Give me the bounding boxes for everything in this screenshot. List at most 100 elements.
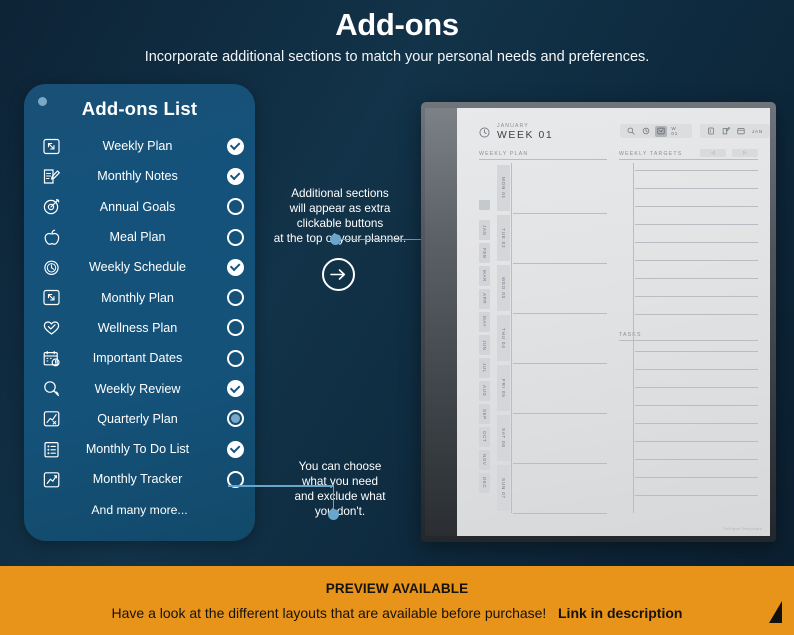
addon-toggle-circle[interactable] bbox=[226, 349, 244, 367]
month-tab[interactable]: JAN bbox=[479, 220, 490, 240]
addon-row[interactable]: Weekly Review bbox=[24, 373, 255, 403]
addons-panel-title: Add-ons List bbox=[81, 98, 198, 119]
month-tab[interactable]: SEP bbox=[479, 404, 490, 424]
page-title: Add-ons bbox=[335, 7, 459, 42]
mini-calendar-icon[interactable] bbox=[479, 200, 490, 210]
month-tab[interactable]: APR bbox=[479, 289, 490, 309]
rule-day bbox=[513, 513, 607, 514]
rule-target bbox=[635, 296, 758, 297]
calendar-icon[interactable] bbox=[735, 126, 747, 137]
clock-icon bbox=[36, 256, 66, 278]
addon-toggle-circle[interactable] bbox=[226, 258, 244, 276]
month-tab[interactable]: MAY bbox=[479, 312, 490, 332]
day-tab[interactable]: THU 04 bbox=[497, 315, 510, 361]
addon-toggle-circle[interactable] bbox=[226, 167, 244, 185]
month-tab[interactable]: JUL bbox=[479, 358, 490, 378]
addon-toggle[interactable] bbox=[215, 198, 255, 216]
section-weekly-targets-label: WEEKLY TARGETS bbox=[619, 151, 683, 157]
month-tab[interactable]: JUN bbox=[479, 335, 490, 355]
magnifier-icon bbox=[36, 378, 66, 400]
rule-task bbox=[635, 423, 758, 424]
addon-row[interactable]: Weekly Schedule bbox=[24, 252, 255, 282]
toolbar-week-label[interactable]: W 01 bbox=[671, 126, 685, 136]
note-icon[interactable] bbox=[705, 126, 717, 137]
promo-title: PREVIEW AVAILABLE bbox=[325, 581, 469, 596]
addon-row[interactable]: Annual Goals bbox=[24, 192, 255, 222]
addon-toggle[interactable] bbox=[215, 440, 255, 458]
heart-check-icon bbox=[36, 317, 66, 339]
addon-toggle[interactable] bbox=[215, 228, 255, 246]
day-tab[interactable]: TUE 02 bbox=[497, 215, 510, 261]
addon-toggle[interactable] bbox=[215, 349, 255, 367]
day-tab[interactable]: SAT 06 bbox=[497, 415, 510, 461]
callout-bottom-line: you don't. bbox=[314, 505, 366, 518]
addon-row[interactable]: Weekly Plan bbox=[24, 131, 255, 161]
addon-toggle-circle[interactable] bbox=[226, 289, 244, 307]
toolbar-group-left[interactable]: W 01 bbox=[620, 124, 693, 138]
month-tab[interactable]: OCT bbox=[479, 427, 490, 447]
addon-label: Important Dates bbox=[92, 351, 183, 366]
section-tasks-label: TASKS bbox=[619, 332, 642, 338]
addon-row[interactable]: Monthly Plan bbox=[24, 282, 255, 312]
day-tab[interactable]: SUN 07 bbox=[497, 465, 510, 511]
nav-prev-button[interactable]: ◁ bbox=[700, 149, 726, 157]
search-icon[interactable] bbox=[626, 126, 638, 137]
device-screen[interactable]: JANUARY WEEK 01 W 01 JAN WEEKLY PLAN WEE… bbox=[457, 108, 770, 536]
rule-vertical bbox=[511, 163, 512, 513]
rule-day bbox=[513, 413, 607, 414]
addon-label: Weekly Review bbox=[94, 381, 181, 396]
addon-row[interactable]: Meal Plan bbox=[24, 222, 255, 252]
day-tab[interactable]: WED 03 bbox=[497, 265, 510, 311]
rule-day bbox=[513, 463, 607, 464]
trend-chart-icon bbox=[36, 468, 66, 490]
addon-toggle-circle[interactable] bbox=[226, 440, 244, 458]
addon-row[interactable]: Wellness Plan bbox=[24, 313, 255, 343]
clock-icon[interactable] bbox=[640, 126, 652, 137]
addon-toggle-circle[interactable] bbox=[226, 137, 244, 155]
addon-row[interactable]: Quarterly Plan bbox=[24, 404, 255, 434]
addon-toggle[interactable] bbox=[215, 410, 255, 428]
addon-toggle-circle[interactable] bbox=[226, 410, 244, 428]
addon-toggle-circle[interactable] bbox=[226, 198, 244, 216]
month-tab[interactable]: MAR bbox=[479, 266, 490, 286]
rule-vertical bbox=[633, 163, 634, 513]
rule-day bbox=[513, 263, 607, 264]
planner-toolbar[interactable]: W 01 JAN bbox=[620, 124, 770, 138]
addon-toggle-circle[interactable] bbox=[226, 228, 244, 246]
addon-toggle[interactable] bbox=[215, 258, 255, 276]
day-tab[interactable]: FRI 05 bbox=[497, 365, 510, 411]
callout-top-line: Additional sections bbox=[291, 187, 389, 200]
rule-task bbox=[635, 405, 758, 406]
toolbar-group-right[interactable]: JAN bbox=[699, 124, 770, 138]
promo-link-text[interactable]: Link in description bbox=[558, 605, 682, 621]
month-tab[interactable]: FEB bbox=[479, 243, 490, 263]
month-tab[interactable]: AUG bbox=[479, 381, 490, 401]
addon-row[interactable]: Monthly To Do List bbox=[24, 434, 255, 464]
addons-panel: Add-ons List Weekly Plan Monthly Notes Ann… bbox=[24, 84, 255, 541]
addon-row[interactable]: Monthly Tracker bbox=[24, 464, 255, 494]
callout-top-line: clickable buttons bbox=[296, 217, 384, 230]
addon-label: Monthly Notes bbox=[97, 169, 178, 184]
promo-subtitle: Have a look at the different layouts tha… bbox=[0, 605, 794, 621]
addon-toggle[interactable] bbox=[215, 380, 255, 398]
promo-arrow-icon bbox=[769, 601, 782, 623]
edit-icon[interactable] bbox=[720, 126, 732, 137]
rule-target bbox=[635, 206, 758, 207]
section-weekly-plan-label: WEEKLY PLAN bbox=[479, 151, 529, 157]
month-tab[interactable]: NOV bbox=[479, 450, 490, 470]
rule-target bbox=[635, 314, 758, 315]
toolbar-month-label[interactable]: JAN bbox=[752, 129, 763, 134]
addons-icon[interactable] bbox=[655, 125, 667, 137]
addon-toggle-circle[interactable] bbox=[226, 319, 244, 337]
nav-next-button[interactable]: ▷ bbox=[732, 149, 758, 157]
addon-toggle[interactable] bbox=[215, 289, 255, 307]
addon-row[interactable]: Monthly Notes bbox=[24, 161, 255, 191]
month-tab[interactable]: DEC bbox=[479, 473, 490, 493]
addon-toggle[interactable] bbox=[215, 137, 255, 155]
addon-toggle-circle[interactable] bbox=[226, 380, 244, 398]
addon-toggle[interactable] bbox=[215, 167, 255, 185]
addon-toggle[interactable] bbox=[215, 319, 255, 337]
day-tab[interactable]: MON 01 bbox=[497, 165, 510, 211]
callout-bottom-line: what you need bbox=[301, 475, 379, 488]
addon-row[interactable]: Important Dates bbox=[24, 343, 255, 373]
